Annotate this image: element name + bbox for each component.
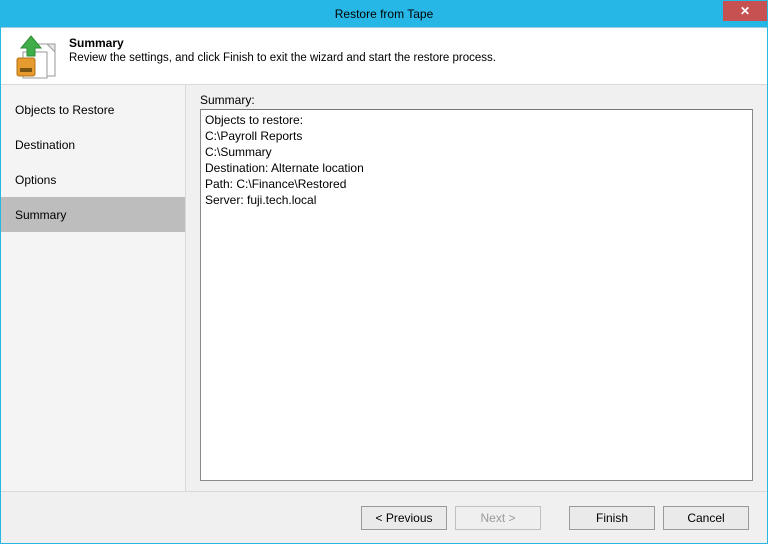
header-title: Summary	[69, 36, 496, 50]
nav-item-options[interactable]: Options	[1, 162, 185, 197]
next-button: Next >	[455, 506, 541, 530]
close-icon: ✕	[740, 5, 750, 17]
titlebar: Restore from Tape ✕	[1, 1, 767, 27]
summary-label: Summary:	[200, 93, 753, 107]
window-title: Restore from Tape	[1, 7, 767, 21]
content: Summary: Objects to restore: C:\Payroll …	[186, 85, 767, 491]
close-button[interactable]: ✕	[723, 1, 767, 21]
footer: < Previous Next > Finish Cancel	[1, 491, 767, 543]
header-subtitle: Review the settings, and click Finish to…	[69, 52, 496, 64]
previous-button[interactable]: < Previous	[361, 506, 447, 530]
client-area: Summary Review the settings, and click F…	[1, 27, 767, 543]
cancel-button[interactable]: Cancel	[663, 506, 749, 530]
nav-item-objects[interactable]: Objects to Restore	[1, 92, 185, 127]
finish-button[interactable]: Finish	[569, 506, 655, 530]
nav-item-destination[interactable]: Destination	[1, 127, 185, 162]
body: Objects to Restore Destination Options S…	[1, 85, 767, 491]
summary-textbox[interactable]: Objects to restore: C:\Payroll Reports C…	[200, 109, 753, 481]
wizard-nav: Objects to Restore Destination Options S…	[1, 85, 186, 491]
nav-item-summary[interactable]: Summary	[1, 197, 185, 232]
window: Restore from Tape ✕ Summary	[0, 0, 768, 544]
header: Summary Review the settings, and click F…	[1, 28, 767, 85]
header-text: Summary Review the settings, and click F…	[69, 34, 496, 64]
wizard-icon	[11, 34, 59, 80]
